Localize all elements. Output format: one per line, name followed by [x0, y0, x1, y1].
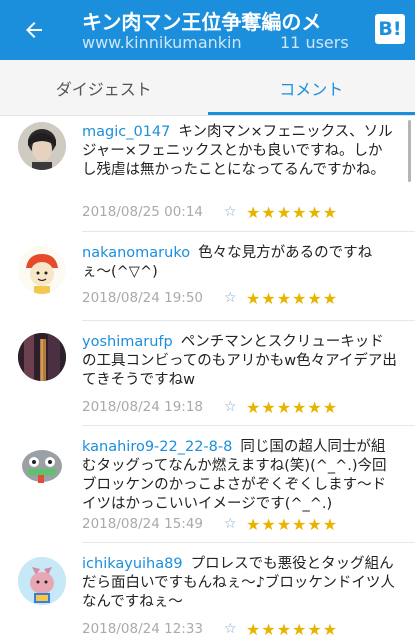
comment-item: kanahiro9-22_22-8-8 同じ国の超人同士が組むタッグってなんか燃え…	[0, 426, 415, 542]
comment-body: nakanomaruko 色々な見方があるのですねぇ〜(^▽^)	[82, 244, 397, 282]
comment-item: yoshimarufp ペンチマンとスクリューキッドの工具コンビってのもアリかもw…	[0, 321, 415, 425]
avatar[interactable]	[18, 557, 66, 605]
page-url[interactable]: www.kinnikumankin	[82, 33, 260, 52]
comment-meta: 2018/08/24 15:49 ☆ ★★★★★★	[82, 514, 338, 534]
tab-comments[interactable]: コメント	[207, 60, 415, 115]
comment-item: ichikayuiha89 プロレスでも悪役とタッグ組んだら面白いですもんねぇ〜♪…	[0, 543, 415, 640]
star-rating[interactable]: ★★★★★★	[246, 398, 338, 417]
comment-username[interactable]: nakanomaruko	[82, 245, 190, 261]
users-count[interactable]: 11 users	[280, 33, 349, 52]
comment-username[interactable]: ichikayuiha89	[82, 556, 183, 572]
comment-date: 2018/08/24 19:50	[82, 290, 204, 306]
comment-body: kanahiro9-22_22-8-8 同じ国の超人同士が組むタッグってなんか燃え…	[82, 438, 397, 514]
comment-username[interactable]: yoshimarufp	[82, 334, 173, 350]
avatar[interactable]	[18, 122, 66, 170]
avatar-image	[18, 333, 66, 381]
avatar-image	[18, 557, 66, 605]
comment-meta: 2018/08/24 19:18 ☆ ★★★★★★	[82, 397, 338, 417]
comment-meta: 2018/08/24 19:50 ☆ ★★★★★★	[82, 288, 338, 308]
back-button[interactable]	[14, 10, 54, 50]
comment-body: magic_0147 キン肉マン×フェニックス、ソルジャー×フェニックスとかも良い…	[82, 123, 397, 180]
star-rating[interactable]: ★★★★★★	[246, 289, 338, 308]
add-star-icon[interactable]: ☆	[224, 399, 244, 415]
scrollbar[interactable]	[408, 120, 411, 182]
star-rating[interactable]: ★★★★★★	[246, 620, 338, 639]
avatar[interactable]	[18, 440, 66, 488]
add-star-icon[interactable]: ☆	[224, 516, 244, 532]
arrow-left-icon	[26, 22, 42, 38]
comment-body: ichikayuiha89 プロレスでも悪役とタッグ組んだら面白いですもんねぇ〜♪…	[82, 555, 397, 612]
avatar-image	[18, 122, 66, 170]
add-star-icon[interactable]: ☆	[224, 204, 244, 220]
comment-username[interactable]: magic_0147	[82, 124, 170, 140]
avatar[interactable]	[18, 333, 66, 381]
add-star-icon[interactable]: ☆	[224, 621, 244, 637]
page-subtitle: www.kinnikumankin 11 users	[82, 33, 372, 52]
add-star-icon[interactable]: ☆	[224, 290, 244, 306]
hatena-bookmark-button[interactable]: B!	[375, 14, 405, 44]
page-title: キン肉マン王位争奪編のメ	[82, 10, 322, 34]
tab-bar: ダイジェスト コメント	[0, 60, 415, 116]
comment-date: 2018/08/25 00:14	[82, 204, 204, 220]
tab-digest[interactable]: ダイジェスト	[0, 60, 208, 115]
comment-item: magic_0147 キン肉マン×フェニックス、ソルジャー×フェニックスとかも良い…	[0, 117, 415, 230]
comment-date: 2018/08/24 15:49	[82, 516, 204, 532]
avatar[interactable]	[18, 246, 66, 294]
avatar-image	[18, 246, 66, 294]
app-screen: キン肉マン王位争奪編のメ www.kinnikumankin 11 users …	[0, 0, 415, 640]
comment-date: 2018/08/24 19:18	[82, 399, 204, 415]
star-rating[interactable]: ★★★★★★	[246, 203, 338, 222]
comment-meta: 2018/08/24 12:33 ☆ ★★★★★★	[82, 619, 338, 639]
comment-meta: 2018/08/25 00:14 ☆ ★★★★★★	[82, 202, 338, 222]
comment-body: yoshimarufp ペンチマンとスクリューキッドの工具コンビってのもアリかもw…	[82, 333, 397, 390]
comment-item: nakanomaruko 色々な見方があるのですねぇ〜(^▽^) 2018/08/…	[0, 232, 415, 320]
comment-username[interactable]: kanahiro9-22_22-8-8	[82, 439, 232, 455]
star-rating[interactable]: ★★★★★★	[246, 515, 338, 534]
app-header: キン肉マン王位争奪編のメ www.kinnikumankin 11 users …	[0, 0, 415, 60]
comment-date: 2018/08/24 12:33	[82, 621, 204, 637]
avatar-image	[18, 440, 66, 488]
